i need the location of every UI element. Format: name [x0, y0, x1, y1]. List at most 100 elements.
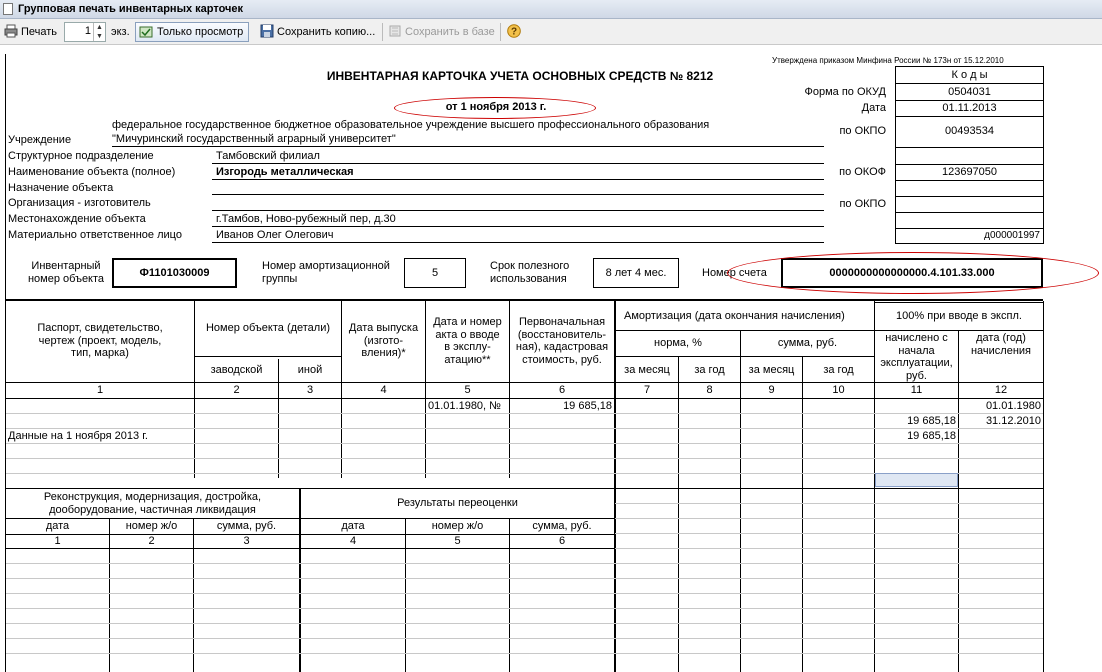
table-gridline [615, 533, 1043, 534]
table-gridline [6, 638, 1043, 639]
field-underline [112, 146, 824, 147]
account-annotation-circle [727, 252, 1099, 294]
view-only-toggle[interactable]: Только просмотр [135, 22, 249, 42]
table-gridline [6, 653, 1043, 654]
table-border [678, 357, 679, 672]
table-border [614, 330, 1044, 331]
reval-sum-header: сумма, руб. [532, 520, 592, 532]
amort-group-box: 5 [404, 258, 466, 288]
document-icon [3, 3, 13, 15]
division-value: Тамбовский филиал [216, 150, 320, 162]
institution-line-2: "Мичуринский государственный аграрный ун… [112, 133, 396, 145]
mol-value: Иванов Олег Олегович [216, 229, 334, 241]
norm-header: норма, % [654, 337, 702, 349]
table-border [278, 359, 279, 478]
institution-label: Учреждение [8, 134, 72, 146]
col-number: 2 [148, 535, 155, 547]
field-underline [212, 226, 824, 227]
col-number: 1 [96, 384, 104, 396]
print-button[interactable]: Печать [21, 23, 57, 41]
row3-label: Данные на 1 ноября 2013 г. [8, 430, 148, 442]
save-to-db-icon[interactable] [388, 24, 402, 38]
copies-stepper[interactable]: 1 ▲ ▼ [64, 22, 106, 42]
codes-border [895, 100, 1044, 101]
useful-life-label: Срок полезного использования [490, 260, 570, 285]
reconstruction-header: Реконструкция, модернизация, достройка, д… [43, 491, 262, 516]
col-number: 3 [306, 384, 314, 396]
col-other-header: иной [297, 364, 323, 376]
okof-value: 123697050 [941, 166, 998, 178]
card-title: ИНВЕНТАРНАЯ КАРТОЧКА УЧЕТА ОСНОВНЫХ СРЕД… [326, 69, 714, 83]
field-underline [212, 179, 824, 180]
col-objnum-header: Номер объекта (детали) [205, 322, 331, 334]
selected-cell[interactable] [875, 473, 958, 487]
codes-border [895, 116, 1044, 117]
table-border [614, 356, 874, 357]
save-to-db-button[interactable]: Сохранить в базе [405, 23, 495, 41]
save-icon[interactable] [260, 24, 274, 38]
row2-date: 31.12.2010 [985, 415, 1041, 427]
view-only-label: Только просмотр [157, 26, 244, 38]
revaluation-header: Результаты переоценки [397, 497, 518, 509]
col-number: 12 [994, 384, 1008, 396]
row1-date: 01.01.1980 [985, 400, 1041, 412]
col-number: 7 [643, 384, 651, 396]
row3-accrued: 19 685,18 [907, 430, 956, 442]
toolbar-separator [500, 23, 501, 41]
col-number: 2 [233, 384, 240, 396]
date-annotation-circle [394, 97, 596, 119]
amort-sum-header: сумма, руб. [777, 337, 838, 349]
table-border [5, 518, 615, 519]
col-act-header: Дата и номер акта о вводе в эксплу-атацию*… [433, 316, 502, 366]
field-underline [212, 194, 824, 195]
codes-border [895, 180, 1044, 181]
help-icon[interactable]: ? [507, 24, 521, 38]
col-number: 11 [910, 384, 923, 396]
save-copy-button[interactable]: Сохранить копию... [277, 23, 375, 41]
amortization-header: Амортизация (дата окончания начисления) [624, 310, 845, 322]
okpo-value: 00493534 [945, 125, 994, 137]
col-number: 4 [380, 384, 387, 396]
table-gridline [6, 458, 1043, 459]
location-value: г.Тамбов, Ново-рубежный пер, д.30 [216, 213, 396, 225]
table-gridline [6, 563, 1043, 564]
codes-border [895, 66, 1044, 67]
stepper-arrows[interactable]: ▲ ▼ [93, 23, 105, 41]
printer-icon[interactable] [4, 24, 18, 38]
col-release-header: Дата выпуска (изгото-вления)* [348, 322, 419, 360]
table-gridline [6, 623, 1043, 624]
col-number: 6 [558, 535, 566, 547]
norm-month-header: за месяц [624, 364, 670, 376]
codes-header: К о д ы [951, 69, 988, 81]
okpo-label: по ОКПО [839, 125, 886, 137]
inv-label: Инвентарный номер объекта [27, 260, 105, 285]
col-number: 5 [464, 384, 471, 396]
norm-year-header: за год [694, 364, 725, 376]
reval-num-header: номер ж/о [431, 520, 484, 532]
approval-note: Утверждена приказом Минфина России № 173… [772, 56, 1004, 65]
report-sheet[interactable]: Утверждена приказом Минфина России № 173… [0, 46, 1102, 672]
amort-group-label: Номер амортизационной группы [262, 260, 390, 285]
date-value: 01.11.2013 [942, 102, 997, 114]
table-gridline [6, 608, 1043, 609]
accrued-header: начислено с начала эксплуатации, руб. [880, 332, 953, 382]
col-initial-header: Первоначальная (восстановитель-ная), када… [515, 316, 609, 366]
table-gridline [615, 548, 1043, 549]
table-gridline [6, 593, 1043, 594]
codes-border [895, 243, 1044, 244]
full-depreciation-header: 100% при вводе в экспл. [896, 310, 1022, 322]
codes-border [895, 196, 1044, 197]
sum-year-header: за год [823, 364, 854, 376]
toolbar-separator [382, 23, 383, 41]
recon-sum-header: сумма, руб. [216, 520, 277, 532]
codes-border [895, 164, 1044, 165]
codes-border [895, 228, 1044, 229]
view-only-icon [139, 26, 153, 38]
table-gridline [6, 443, 1043, 444]
institution-line-1: федеральное государственное бюджетное об… [112, 119, 710, 131]
table-border [5, 488, 615, 489]
copies-value[interactable]: 1 [85, 25, 91, 37]
col-number: 9 [768, 384, 775, 396]
col-number: 8 [706, 384, 713, 396]
table-border [5, 398, 1043, 399]
